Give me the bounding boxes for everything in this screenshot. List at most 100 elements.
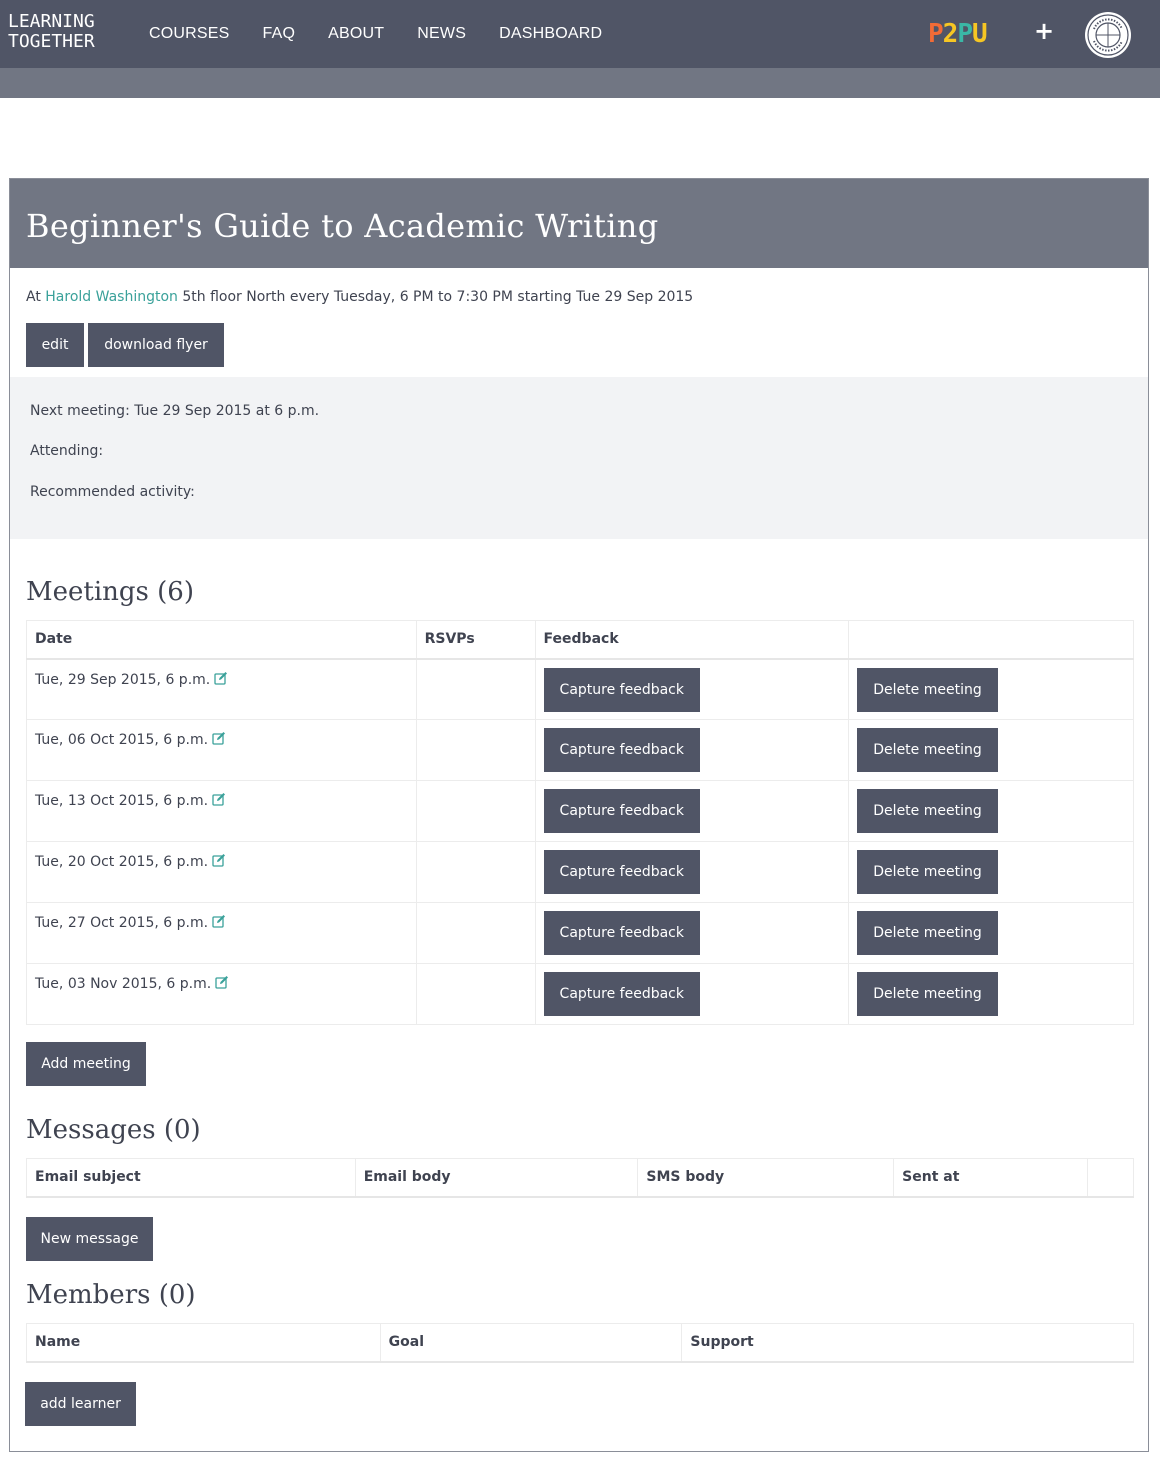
course-schedule: At Harold Washington 5th floor North eve… <box>26 289 693 305</box>
edit-icon[interactable] <box>212 731 226 745</box>
table-row: Tue, 27 Oct 2015, 6 p.m. Capture feedbac… <box>26 902 1134 964</box>
add-meeting-button[interactable]: Add meeting <box>26 1042 146 1086</box>
nav-link-about[interactable]: ABOUT <box>328 25 384 43</box>
next-meeting-text: Next meeting: Tue 29 Sep 2015 at 6 p.m. <box>30 403 320 419</box>
schedule-text: 5th floor North every Tuesday, 6 PM to 7… <box>182 289 694 305</box>
meeting-actions-cell: Delete meeting <box>848 719 1134 781</box>
meeting-actions-cell: Delete meeting <box>848 780 1134 842</box>
meetings-header-row: Date RSVPs Feedback <box>26 620 1134 660</box>
col-header-support: Support <box>681 1323 1134 1363</box>
new-message-button[interactable]: New message <box>26 1217 153 1261</box>
edit-icon[interactable] <box>215 975 229 989</box>
capture-feedback-button[interactable]: Capture feedback <box>543 911 700 955</box>
meeting-date-cell: Tue, 20 Oct 2015, 6 p.m. <box>26 841 417 903</box>
edit-icon[interactable] <box>212 853 226 867</box>
sub-navbar <box>0 68 1160 98</box>
meetings-heading: Meetings (6) <box>26 577 194 607</box>
edit-icon[interactable] <box>214 671 228 685</box>
brand-line-2: TOGETHER <box>8 31 95 52</box>
delete-meeting-button[interactable]: Delete meeting <box>857 911 998 955</box>
nav-link-courses[interactable]: COURSES <box>149 25 230 43</box>
messages-header-row: Email subject Email body SMS body Sent a… <box>26 1158 1134 1198</box>
col-header-actions <box>1087 1158 1134 1198</box>
capture-feedback-button[interactable]: Capture feedback <box>543 972 700 1016</box>
meeting-date: Tue, 29 Sep 2015, 6 p.m. <box>35 671 211 688</box>
meeting-rsvps-cell <box>415 658 536 720</box>
course-panel: Beginner's Guide to Academic Writing At … <box>9 178 1149 1452</box>
delete-meeting-button[interactable]: Delete meeting <box>857 789 998 833</box>
table-row: Tue, 20 Oct 2015, 6 p.m. Capture feedbac… <box>26 841 1134 903</box>
meeting-rsvps-cell <box>415 963 536 1025</box>
learning-together-logo[interactable]: LEARNING TOGETHER <box>8 12 95 52</box>
col-header-date: Date <box>26 620 417 660</box>
delete-meeting-button[interactable]: Delete meeting <box>857 850 998 894</box>
table-row: Tue, 03 Nov 2015, 6 p.m. Capture feedbac… <box>26 963 1134 1025</box>
p2pu-letter: U <box>971 19 988 49</box>
nav-link-faq[interactable]: FAQ <box>263 25 296 43</box>
delete-meeting-button[interactable]: Delete meeting <box>857 667 998 712</box>
col-header-email-subject: Email subject <box>26 1158 356 1198</box>
p2pu-letter: P <box>928 19 944 49</box>
col-header-email-body: Email body <box>354 1158 639 1198</box>
meetings-table: Date RSVPs Feedback Tue, 29 Sep 2015, 6 … <box>26 620 1134 1025</box>
capture-feedback-button[interactable]: Capture feedback <box>543 728 700 772</box>
nav-links: COURSES FAQ ABOUT NEWS DASHBOARD <box>149 0 635 68</box>
edit-icon[interactable] <box>212 792 226 806</box>
meeting-date-cell: Tue, 29 Sep 2015, 6 p.m. <box>26 658 417 720</box>
meeting-feedback-cell: Capture feedback <box>534 719 850 781</box>
table-row: Tue, 13 Oct 2015, 6 p.m. Capture feedbac… <box>26 780 1134 842</box>
col-header-sms-body: SMS body <box>637 1158 895 1198</box>
messages-table: Email subject Email body SMS body Sent a… <box>26 1158 1134 1198</box>
meeting-rsvps-cell <box>415 841 536 903</box>
col-header-feedback: Feedback <box>534 620 850 660</box>
recommended-activity-label: Recommended activity: <box>30 484 195 500</box>
p2pu-letter: P <box>957 19 973 49</box>
at-prefix: At <box>26 289 41 305</box>
add-learner-button[interactable]: add learner <box>25 1382 136 1426</box>
col-header-goal: Goal <box>379 1323 683 1363</box>
table-row: Tue, 29 Sep 2015, 6 p.m. Capture feedbac… <box>26 658 1134 720</box>
meeting-feedback-cell: Capture feedback <box>534 902 850 964</box>
col-header-rsvps: RSVPs <box>415 620 536 660</box>
download-flyer-button[interactable]: download flyer <box>88 323 224 367</box>
next-meeting-box: Next meeting: Tue 29 Sep 2015 at 6 p.m. … <box>10 377 1148 539</box>
meeting-feedback-cell: Capture feedback <box>534 841 850 903</box>
col-header-actions <box>848 620 1134 660</box>
nav-link-dashboard[interactable]: DASHBOARD <box>499 25 602 43</box>
p2pu-letter: 2 <box>942 19 959 49</box>
meeting-date-cell: Tue, 27 Oct 2015, 6 p.m. <box>26 902 417 964</box>
meeting-rsvps-cell <box>415 719 536 781</box>
meeting-date: Tue, 03 Nov 2015, 6 p.m. <box>35 976 212 992</box>
meeting-date: Tue, 20 Oct 2015, 6 p.m. <box>35 854 209 870</box>
brand-line-1: LEARNING <box>8 11 95 32</box>
meeting-feedback-cell: Capture feedback <box>534 658 850 720</box>
meeting-date-cell: Tue, 06 Oct 2015, 6 p.m. <box>26 719 417 781</box>
nav-link-news[interactable]: NEWS <box>417 25 466 43</box>
page-title: Beginner's Guide to Academic Writing <box>26 207 659 245</box>
attending-label: Attending: <box>30 443 104 459</box>
chicago-public-library-logo[interactable] <box>1084 11 1132 59</box>
meeting-date: Tue, 06 Oct 2015, 6 p.m. <box>35 732 209 748</box>
members-header-row: Name Goal Support <box>26 1323 1134 1363</box>
meeting-date: Tue, 27 Oct 2015, 6 p.m. <box>35 915 209 931</box>
location-link[interactable]: Harold Washington <box>45 289 178 305</box>
members-heading: Members (0) <box>26 1280 196 1310</box>
meeting-feedback-cell: Capture feedback <box>534 963 850 1025</box>
capture-feedback-button[interactable]: Capture feedback <box>543 789 700 833</box>
delete-meeting-button[interactable]: Delete meeting <box>857 728 998 772</box>
capture-feedback-button[interactable]: Capture feedback <box>543 667 700 712</box>
delete-meeting-button[interactable]: Delete meeting <box>857 972 998 1016</box>
meeting-rsvps-cell <box>415 780 536 842</box>
members-table: Name Goal Support <box>26 1323 1134 1363</box>
meeting-actions-cell: Delete meeting <box>848 658 1134 720</box>
p2pu-logo[interactable]: P2PU <box>928 19 988 49</box>
meeting-actions-cell: Delete meeting <box>848 963 1134 1025</box>
col-header-name: Name <box>26 1323 381 1363</box>
capture-feedback-button[interactable]: Capture feedback <box>543 850 700 894</box>
edit-button[interactable]: edit <box>26 323 84 367</box>
plus-icon: + <box>1034 17 1055 45</box>
panel-header: Beginner's Guide to Academic Writing <box>10 179 1148 268</box>
top-navbar: LEARNING TOGETHER COURSES FAQ ABOUT NEWS… <box>0 0 1160 68</box>
edit-icon[interactable] <box>212 914 226 928</box>
table-row: Tue, 06 Oct 2015, 6 p.m. Capture feedbac… <box>26 719 1134 781</box>
